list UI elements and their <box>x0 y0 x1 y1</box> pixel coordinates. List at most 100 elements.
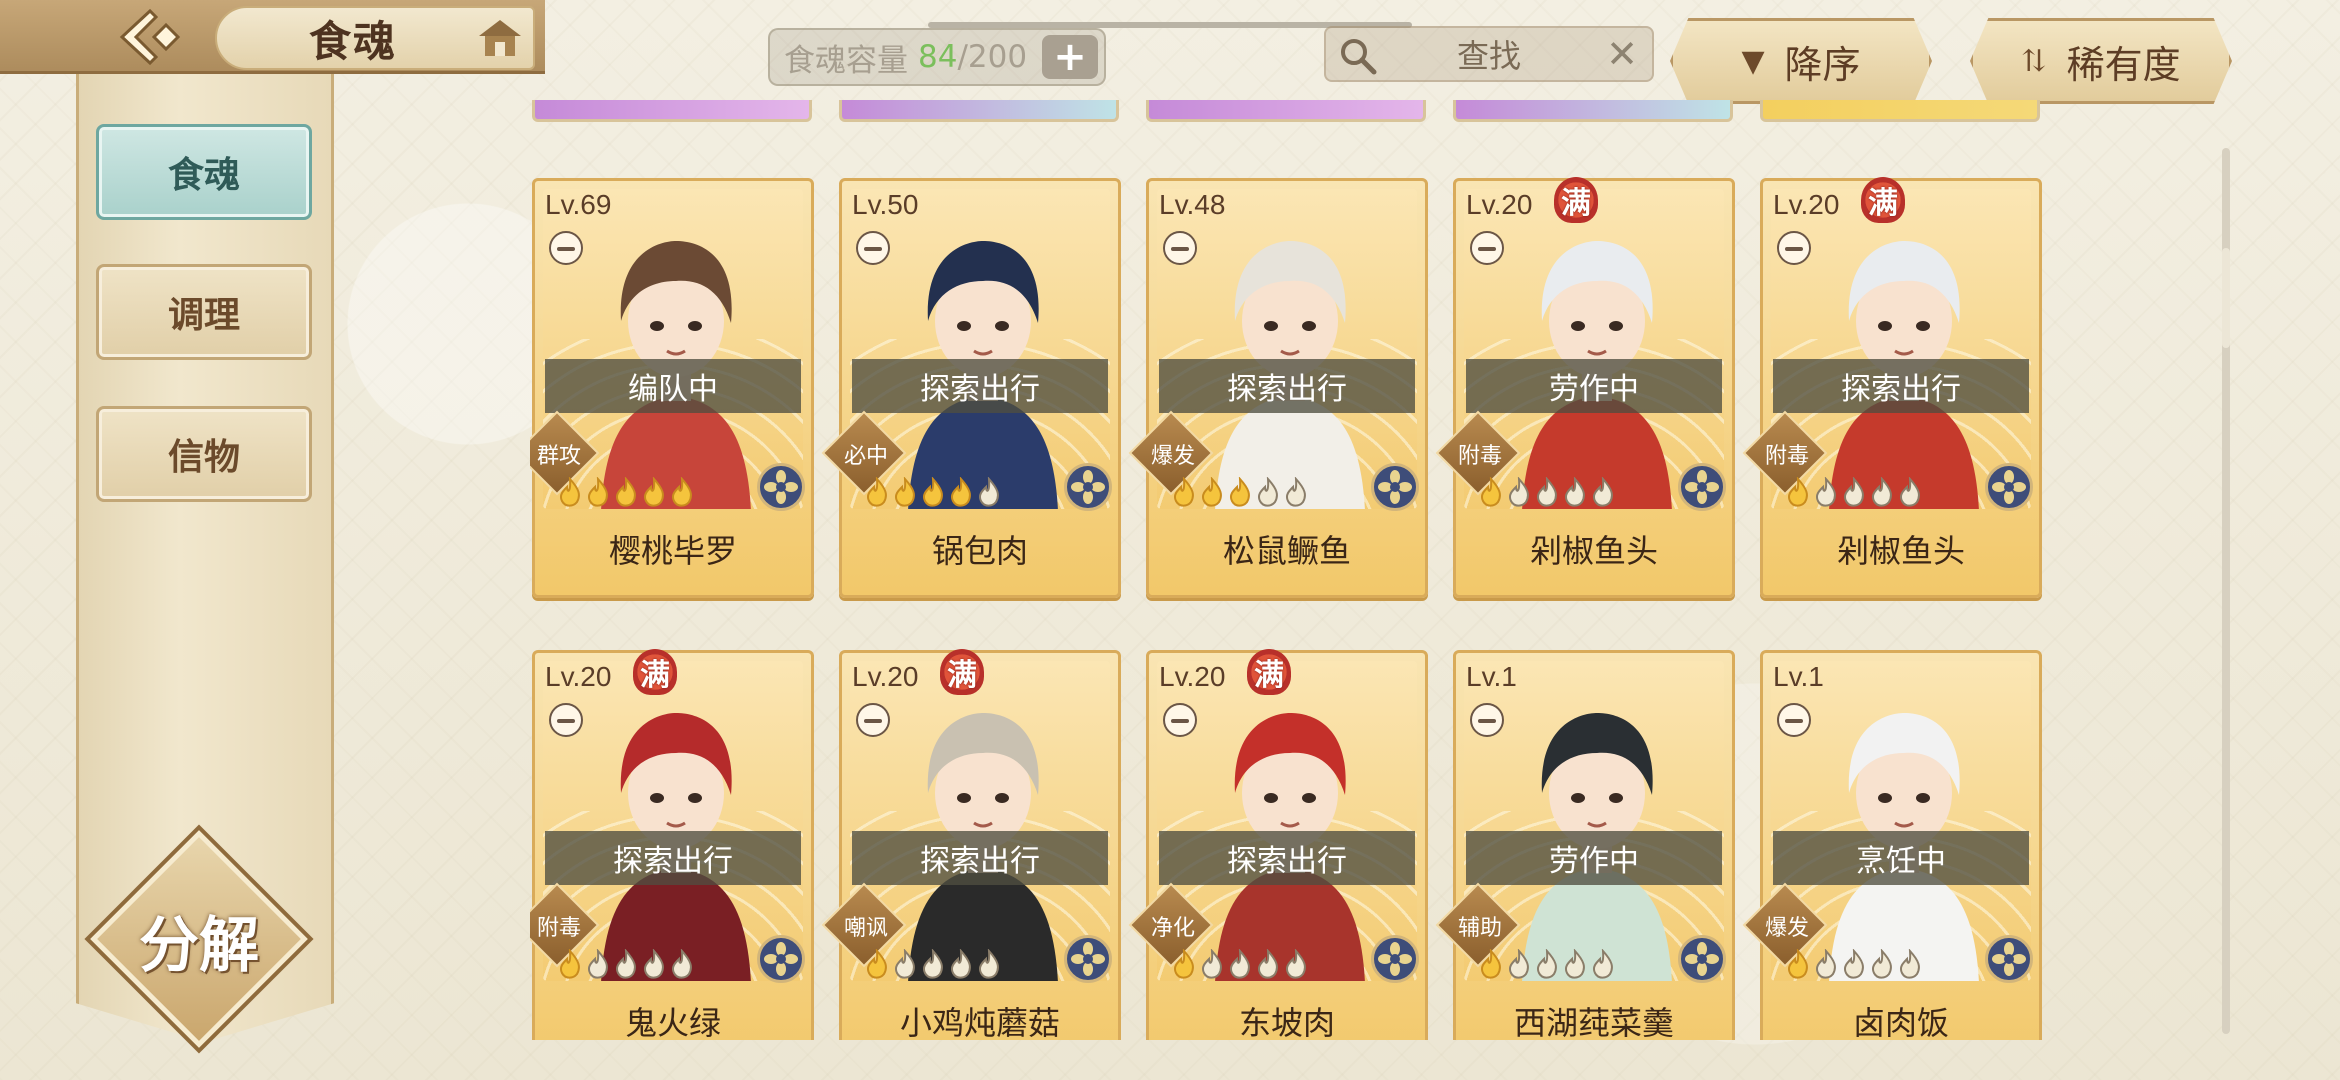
role-label: 附毒 <box>1764 444 1809 469</box>
flame-icon <box>1787 949 1808 979</box>
role-label: 群攻 <box>536 444 581 469</box>
flame-icon <box>1536 477 1557 507</box>
max-level-badge: 满 <box>940 649 984 695</box>
max-level-badge: 满 <box>1247 649 1291 695</box>
flame-icon <box>1508 477 1529 507</box>
flame-icon <box>643 949 664 979</box>
flower-icon <box>1985 463 2033 511</box>
card-name: 锅包肉 <box>931 532 1028 570</box>
card-level: Lv.1 <box>1773 661 1824 692</box>
scrollbar-thumb[interactable] <box>2222 248 2230 348</box>
card-level: Lv.20 <box>1773 189 1840 220</box>
card-name: 鬼火绿 <box>624 1004 721 1040</box>
status-badge: 编队中 <box>545 359 801 413</box>
sort-order-label: 降序 <box>1784 42 1861 87</box>
flame-icon <box>587 949 608 979</box>
status-badge: 烹饪中 <box>1773 831 2029 885</box>
max-level-badge: 满 <box>1861 177 1905 223</box>
status-badge: 探索出行 <box>852 831 1108 885</box>
sort-order-button[interactable]: ▼ 降序 <box>1670 18 1932 104</box>
clear-icon[interactable]: ✕ <box>1602 32 1642 76</box>
flower-glyph <box>1378 470 1412 504</box>
decompose-label[interactable]: 分解 <box>118 892 280 988</box>
vertical-scrollbar[interactable] <box>2222 148 2230 1034</box>
flame-icon <box>1257 477 1278 507</box>
flame-icon <box>1899 949 1920 979</box>
sort-rarity-button[interactable]: ⇅ 稀有度 <box>1970 18 2232 104</box>
back-button[interactable] <box>105 4 197 70</box>
flame-icon <box>1480 477 1501 507</box>
star-rating <box>864 949 1002 979</box>
flame-icon <box>1564 949 1585 979</box>
flower-icon <box>757 935 805 983</box>
foodsoul-card[interactable]: Lv.69 编队中 群攻 樱桃毕罗 <box>530 178 814 598</box>
foodsoul-card[interactable]: Lv.20 满 探索出行 净化 东坡肉 <box>1128 649 1428 1040</box>
flower-icon <box>1678 463 1726 511</box>
card-level: Lv.20 <box>1466 189 1533 220</box>
foodsoul-card[interactable]: Lv.1 烹饪中 爆发 卤肉饭 <box>1742 650 2042 1040</box>
foodsoul-card[interactable]: Lv.48 探索出行 爆发 松鼠鳜鱼 <box>1128 178 1428 598</box>
card-name: 小鸡炖蘑菇 <box>899 1004 1060 1040</box>
sort-icon: ⇅ <box>2021 43 2047 79</box>
foodsoul-card[interactable]: Lv.1 劳作中 辅助 西湖莼菜羹 <box>1435 650 1735 1040</box>
star-rating <box>557 477 695 507</box>
flower-icon <box>1678 935 1726 983</box>
flame-icon <box>1229 949 1250 979</box>
foodsoul-card[interactable]: Lv.20 满 探索出行 附毒 <box>530 649 814 1040</box>
role-label: 附毒 <box>536 916 581 941</box>
star-rating <box>1785 477 1923 507</box>
card-name: 松鼠鳜鱼 <box>1222 532 1351 570</box>
page-title: 食魂 <box>309 16 398 66</box>
capacity-label: 食魂容量 <box>784 42 908 79</box>
flame-icon <box>1480 949 1501 979</box>
flame-icon <box>559 477 580 507</box>
flame-icon <box>1536 949 1557 979</box>
bowl-icon <box>1777 231 1811 265</box>
status-badge: 探索出行 <box>852 359 1108 413</box>
flame-icon <box>1201 949 1222 979</box>
foodsoul-card[interactable]: Lv.20 满 探索出行 嘲讽 小鸡炖蘑菇 <box>821 649 1121 1040</box>
flame-icon <box>894 949 915 979</box>
flower-icon <box>1985 935 2033 983</box>
flame-icon <box>978 949 999 979</box>
flame-icon <box>978 477 999 507</box>
chevron-down-icon: ▼ <box>1741 43 1765 79</box>
sidebar-item-conditioning[interactable]: 调理 <box>96 264 312 360</box>
status-badge: 劳作中 <box>1466 359 1722 413</box>
role-label: 附毒 <box>1457 444 1502 469</box>
sidebar-item-foodsoul[interactable]: 食魂 <box>96 124 312 220</box>
bowl-icon <box>1470 703 1504 737</box>
flame-icon <box>1229 477 1250 507</box>
status-badge: 探索出行 <box>1159 831 1415 885</box>
sidebar-item-tokens[interactable]: 信物 <box>96 406 312 502</box>
house-icon <box>479 20 521 56</box>
star-rating <box>1785 949 1923 979</box>
flower-glyph <box>1071 942 1105 976</box>
status-badge: 探索出行 <box>1159 359 1415 413</box>
card-grid: Lv.69 编队中 群攻 樱桃毕罗 Lv.50 探索出行 必中 锅包肉 Lv.4… <box>530 100 2050 1040</box>
foodsoul-card[interactable]: Lv.20 满 劳作中 附毒 剁椒鱼头 <box>1435 177 1735 598</box>
bowl-icon <box>856 703 890 737</box>
capacity-add-button[interactable]: + <box>1042 35 1098 79</box>
flame-icon <box>1564 477 1585 507</box>
card-level: Lv.20 <box>852 661 919 692</box>
card-level: Lv.20 <box>1159 661 1226 692</box>
flower-glyph <box>1685 942 1719 976</box>
title-plate: 食魂 <box>215 6 535 70</box>
bowl-icon <box>549 231 583 265</box>
flame-icon <box>1592 949 1613 979</box>
bowl-icon <box>549 703 583 737</box>
card-level: Lv.69 <box>545 189 612 220</box>
flame-icon <box>1257 949 1278 979</box>
flame-icon <box>1899 477 1920 507</box>
card-level: Lv.48 <box>1159 189 1226 220</box>
flame-icon <box>559 949 580 979</box>
foodsoul-card[interactable]: Lv.50 探索出行 必中 锅包肉 <box>821 178 1121 598</box>
card-level: Lv.20 <box>545 661 612 692</box>
role-label: 必中 <box>843 444 888 469</box>
role-label: 爆发 <box>1150 444 1195 469</box>
search-input[interactable]: 查找 ✕ <box>1324 26 1654 82</box>
foodsoul-card[interactable]: Lv.20 满 探索出行 附毒 <box>1742 177 2042 598</box>
bowl-icon <box>1470 231 1504 265</box>
flame-icon <box>1173 949 1194 979</box>
